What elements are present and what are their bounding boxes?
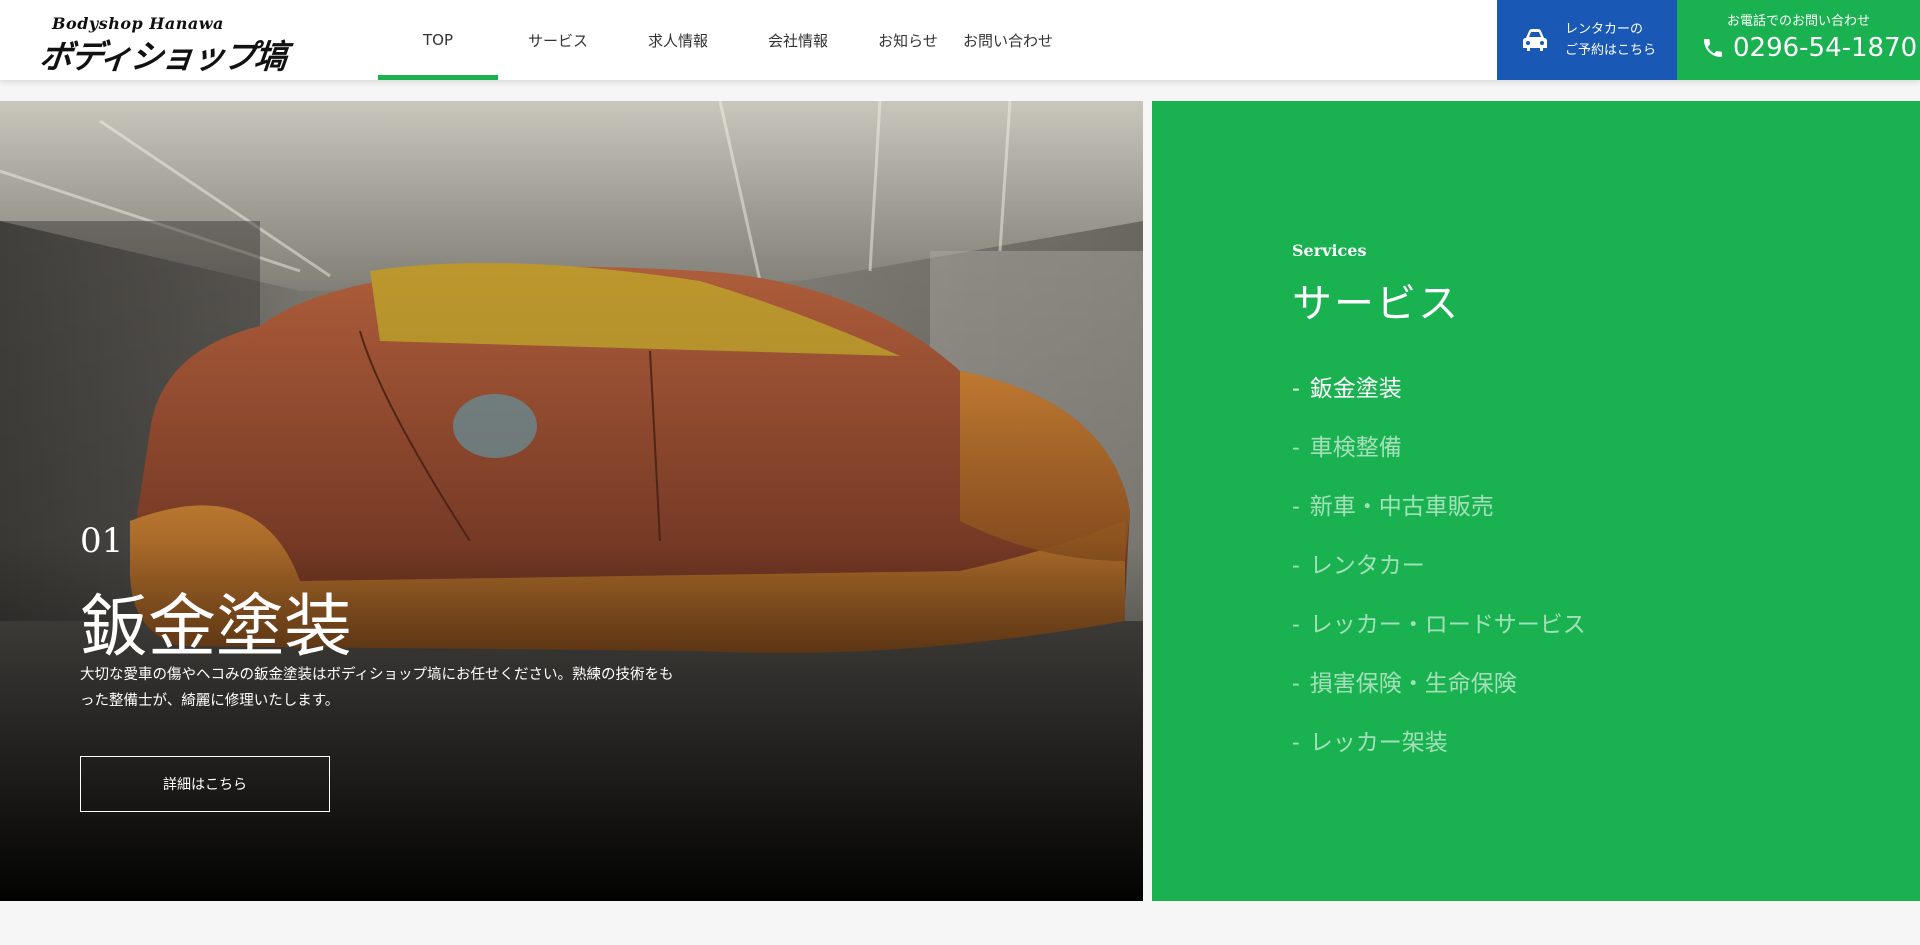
rental-line-2: ご予約はこちら: [1565, 43, 1657, 58]
nav-item-top[interactable]: TOP: [378, 0, 498, 80]
main-nav: TOP サービス 求人情報 会社情報 お知らせ お問い合わせ: [378, 0, 1058, 80]
rental-button-text: レンタカーの ご予約はこちら: [1565, 19, 1656, 61]
phone-number-row: 0296-54-1870: [1701, 33, 1917, 63]
service-item-bodywork[interactable]: - 鈑金塗装: [1292, 369, 1586, 428]
nav-item-contact[interactable]: お問い合わせ: [958, 0, 1058, 80]
site-logo[interactable]: Bodyshop Hanawa ボディショップ塙: [38, 12, 320, 76]
service-item-rental[interactable]: - レンタカー: [1292, 546, 1586, 605]
hero-description: 大切な愛車の傷やヘコみの鈑金塗装はボディショップ塙にお任せください。熟練の技術を…: [80, 667, 674, 709]
hero-title: 鈑金塗装: [80, 588, 353, 667]
phone-contact-button[interactable]: お電話でのお問い合わせ 0296-54-1870: [1677, 0, 1920, 80]
nav-item-company[interactable]: 会社情報: [738, 0, 858, 80]
phone-label: お電話でのお問い合わせ: [1726, 14, 1870, 29]
services-heading: サービス: [1292, 281, 1460, 327]
hero-section: 01 鈑金塗装 大切な愛車の傷やヘコみの鈑金塗装はボディショップ塙にお任せくださ…: [0, 101, 1143, 901]
rental-line-1: レンタカーの: [1565, 22, 1644, 37]
logo-title: ボディショップ塙: [37, 37, 288, 76]
details-button[interactable]: 詳細はこちら: [80, 756, 330, 812]
phone-icon: [1704, 39, 1722, 57]
nav-item-recruit[interactable]: 求人情報: [618, 0, 738, 80]
hero-number: 01: [80, 521, 124, 561]
car-icon: [1523, 29, 1547, 51]
service-item-tow-truck[interactable]: - レッカー架装: [1292, 723, 1586, 782]
nav-item-news[interactable]: お知らせ: [858, 0, 958, 80]
nav-item-services[interactable]: サービス: [498, 0, 618, 80]
service-item-inspection[interactable]: - 車検整備: [1292, 428, 1586, 487]
service-item-insurance[interactable]: - 損害保険・生命保険: [1292, 664, 1586, 723]
page-bottom-strip: [0, 901, 1920, 945]
service-item-road-service[interactable]: - レッカー・ロードサービス: [1292, 605, 1586, 664]
rental-reservation-button[interactable]: レンタカーの ご予約はこちら: [1497, 0, 1677, 80]
services-label-en: Services: [1292, 241, 1367, 260]
phone-number: 0296-54-1870: [1733, 33, 1918, 63]
service-item-car-sales[interactable]: - 新車・中古車販売: [1292, 487, 1586, 546]
site-header: Bodyshop Hanawa ボディショップ塙 TOP サービス 求人情報 会…: [0, 0, 1920, 80]
services-list: - 鈑金塗装 - 車検整備 - 新車・中古車販売 - レンタカー - レッカー・ロードサー…: [1292, 369, 1586, 782]
services-panel: Services サービス - 鈑金塗装 - 車検整備 - 新車・中古車販売 - レンタ…: [1152, 101, 1920, 901]
